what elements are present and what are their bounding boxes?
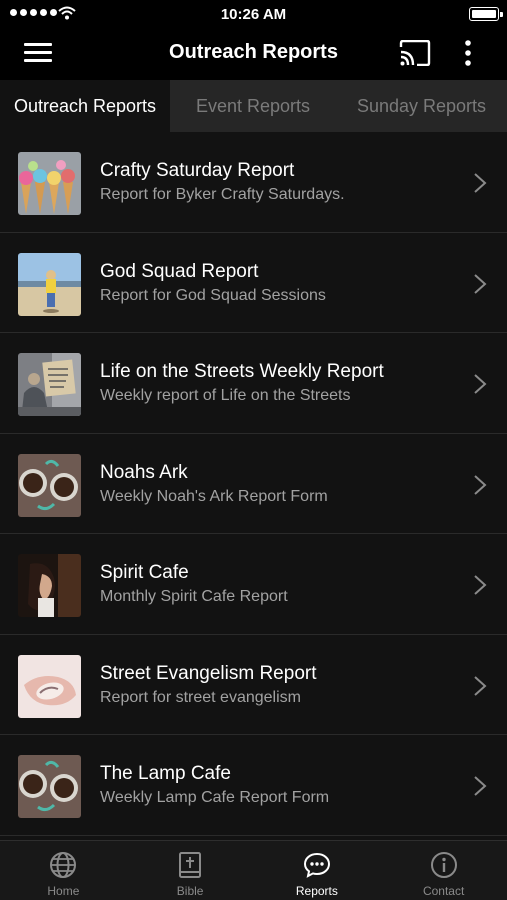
- report-title: God Squad Report: [100, 260, 259, 282]
- report-subtitle: Monthly Spirit Cafe Report: [100, 588, 288, 605]
- report-title: Noahs Ark: [100, 461, 188, 483]
- report-title: Street Evangelism Report: [100, 662, 317, 684]
- god-squad-thumbnail: [18, 252, 81, 316]
- globe-icon: [50, 852, 77, 878]
- tab-label: Reports: [295, 884, 338, 898]
- battery-icon: [469, 7, 503, 21]
- bottom-tab-bar: Home Bible Reports Contact: [0, 840, 507, 900]
- report-list: Crafty Saturday Report Report for Byker …: [0, 132, 507, 840]
- report-title: Life on the Streets Weekly Report: [100, 361, 384, 382]
- tab-outreach-reports[interactable]: Outreach Reports: [0, 80, 170, 132]
- chevron-right-icon: [474, 776, 487, 796]
- report-title: The Lamp Cafe: [100, 763, 231, 784]
- status-bar: 10:26 AM: [0, 0, 507, 28]
- list-item[interactable]: Life on the Streets Weekly Report Weekly…: [0, 333, 507, 434]
- chevron-right-icon: [474, 575, 487, 595]
- tab-label: Home: [47, 884, 80, 898]
- tab-home[interactable]: Home: [0, 841, 127, 900]
- lamp-cafe-thumbnail: [18, 755, 81, 818]
- hamburger-menu-icon[interactable]: [24, 43, 52, 63]
- tab-label: Contact: [422, 884, 465, 898]
- report-tabs: Outreach Reports Event Reports Sunday Re…: [0, 80, 507, 132]
- report-subtitle: Report for God Squad Sessions: [100, 286, 326, 304]
- life-on-the-streets-thumbnail: [18, 353, 81, 416]
- chevron-right-icon: [474, 675, 487, 696]
- report-subtitle: Weekly Noah's Ark Report Form: [100, 487, 328, 505]
- crafty-saturday-thumbnail: [18, 152, 81, 215]
- list-item[interactable]: God Squad Report Report for God Squad Se…: [0, 233, 507, 333]
- chevron-right-icon: [474, 173, 487, 193]
- noahs-ark-thumbnail: [18, 453, 81, 517]
- more-vertical-icon[interactable]: [458, 39, 478, 67]
- report-title: Spirit Cafe: [100, 562, 189, 583]
- chevron-right-icon: [474, 374, 487, 394]
- report-title: Crafty Saturday Report: [100, 160, 295, 181]
- report-subtitle: Report for Byker Crafty Saturdays.: [100, 186, 345, 203]
- report-subtitle: Report for street evangelism: [100, 688, 301, 706]
- list-item[interactable]: Spirit Cafe Monthly Spirit Cafe Report: [0, 534, 507, 635]
- list-item[interactable]: Crafty Saturday Report Report for Byker …: [0, 132, 507, 233]
- list-item[interactable]: Noahs Ark Weekly Noah's Ark Report Form: [0, 434, 507, 534]
- tab-event-reports[interactable]: Event Reports: [170, 80, 336, 132]
- chat-bubble-icon: [303, 852, 330, 878]
- status-time: 10:26 AM: [220, 6, 287, 23]
- list-item[interactable]: Street Evangelism Report Report for stre…: [0, 635, 507, 735]
- list-item[interactable]: The Lamp Cafe Weekly Lamp Cafe Report Fo…: [0, 735, 507, 836]
- cast-icon[interactable]: [399, 40, 431, 66]
- spirit-cafe-thumbnail: [18, 554, 81, 617]
- nav-bar: Outreach Reports: [0, 28, 507, 80]
- bible-icon: [179, 852, 202, 878]
- info-icon: [430, 852, 457, 878]
- tab-sunday-reports[interactable]: Sunday Reports: [336, 80, 507, 132]
- tab-bible[interactable]: Bible: [127, 841, 254, 900]
- chevron-right-icon: [474, 273, 487, 294]
- tab-contact[interactable]: Contact: [380, 841, 507, 900]
- chevron-right-icon: [474, 474, 487, 495]
- street-evangelism-thumbnail: [18, 654, 81, 718]
- report-subtitle: Weekly Lamp Cafe Report Form: [100, 789, 330, 806]
- tab-reports[interactable]: Reports: [254, 841, 381, 900]
- tab-label: Bible: [176, 884, 204, 898]
- report-subtitle: Weekly report of Life on the Streets: [100, 387, 351, 404]
